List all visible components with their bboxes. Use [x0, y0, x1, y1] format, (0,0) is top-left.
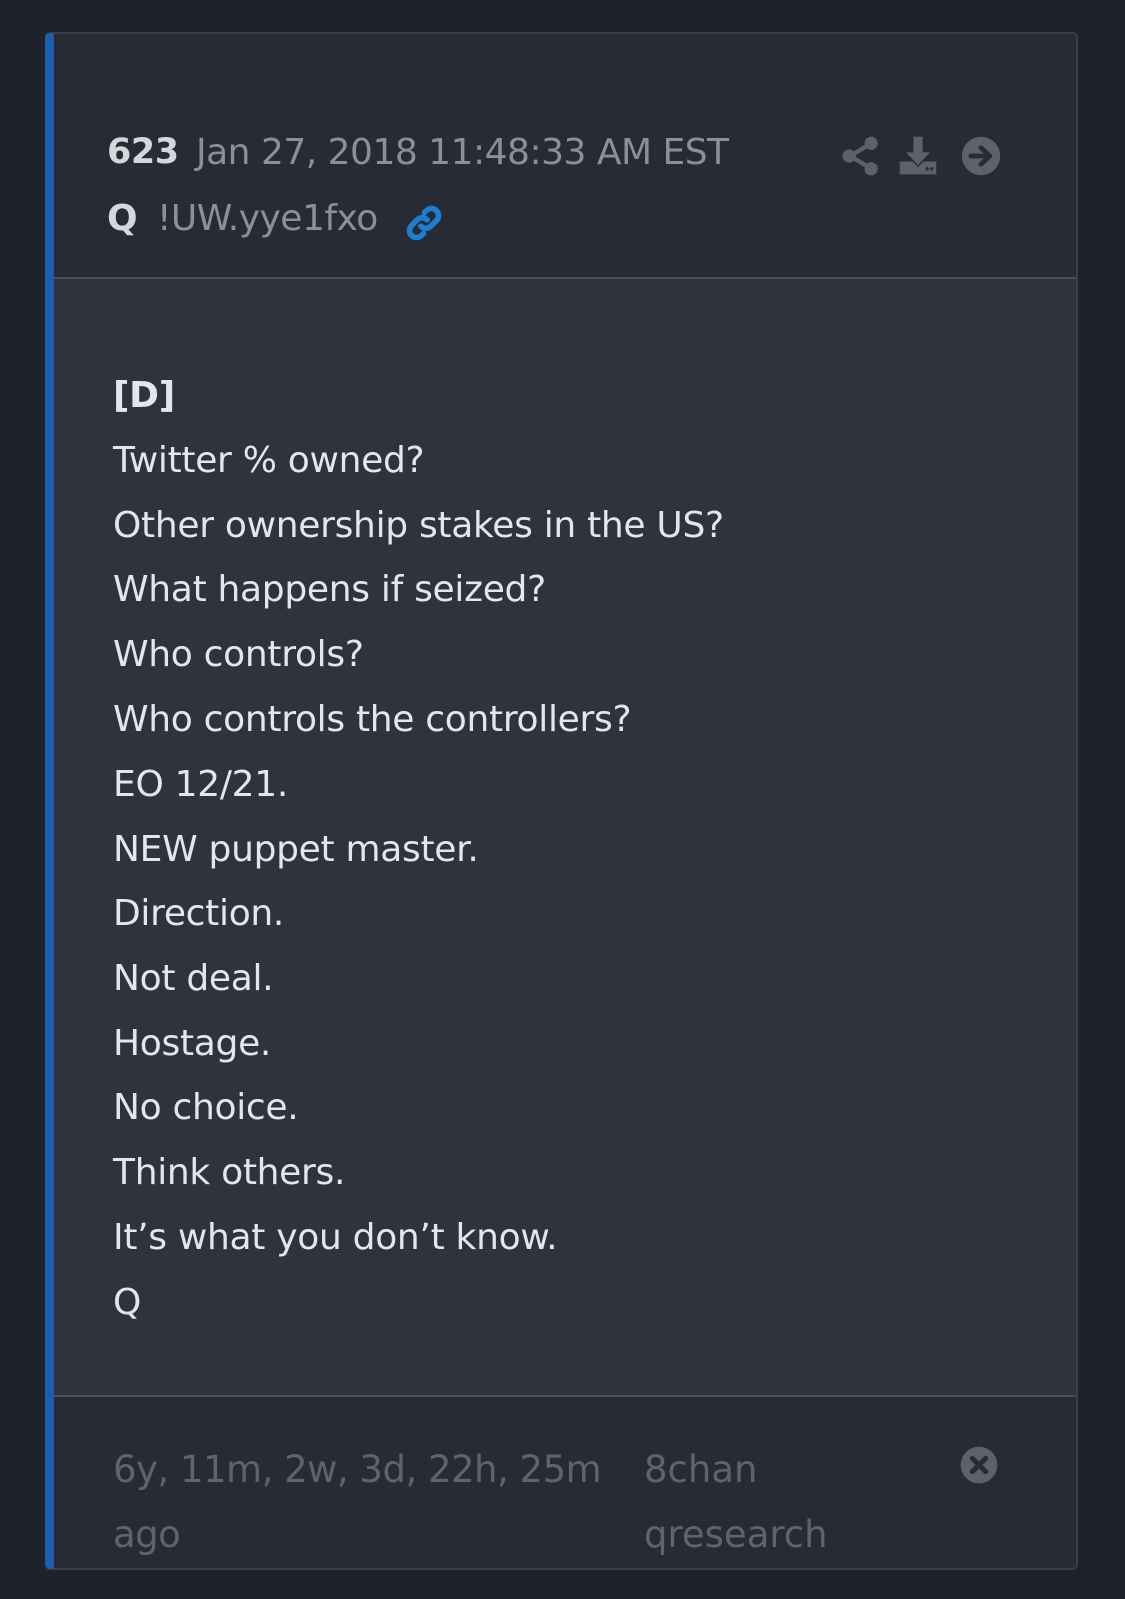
- post-body: [D] Twitter % owned? Other ownership sta…: [54, 279, 1076, 1397]
- post-line: Twitter % owned?: [113, 440, 425, 481]
- post-line: Hostage.: [113, 1023, 272, 1064]
- post-line: Who controls?: [113, 634, 364, 675]
- post-date: Jan 27, 2018 11:48:33 AM EST: [196, 132, 729, 173]
- post-line: Q: [113, 1282, 142, 1323]
- post-line: What happens if seized?: [113, 569, 546, 610]
- post-age: 6y, 11m, 2w, 3d, 22h, 25m ago: [113, 1448, 602, 1556]
- source-name: qresearch: [644, 1513, 828, 1556]
- post-source: 8chan qresearch: [644, 1437, 904, 1567]
- post-footer: 6y, 11m, 2w, 3d, 22h, 25m ago 8chan qres…: [54, 1397, 1076, 1568]
- post-line: NEW puppet master.: [113, 829, 479, 870]
- post-line: It’s what you don’t know.: [113, 1217, 558, 1258]
- close-circle-icon[interactable]: [959, 1445, 999, 1485]
- link-icon[interactable]: [403, 202, 445, 244]
- post-tripcode: !UW.yye1fxo: [157, 198, 378, 239]
- post-number[interactable]: 623: [107, 132, 179, 172]
- post-line: Who controls the controllers?: [113, 699, 632, 740]
- source-board: 8chan: [644, 1448, 758, 1491]
- post-line: Other ownership stakes in the US?: [113, 505, 724, 546]
- post-line: No choice.: [113, 1087, 299, 1128]
- share-icon[interactable]: [839, 134, 883, 178]
- post-line: Think others.: [113, 1152, 346, 1193]
- post-author: Q: [107, 198, 138, 239]
- post-header: 623 Jan 27, 2018 11:48:33 AM EST Q !UW.y…: [54, 34, 1076, 279]
- download-icon[interactable]: [896, 134, 940, 178]
- post-line: Direction.: [113, 893, 285, 934]
- arrow-circle-right-icon[interactable]: [959, 134, 1003, 178]
- post-line: [D]: [113, 375, 175, 416]
- post-line: Not deal.: [113, 958, 274, 999]
- post-card: 623 Jan 27, 2018 11:48:33 AM EST Q !UW.y…: [45, 32, 1078, 1570]
- post-line: EO 12/21.: [113, 764, 289, 805]
